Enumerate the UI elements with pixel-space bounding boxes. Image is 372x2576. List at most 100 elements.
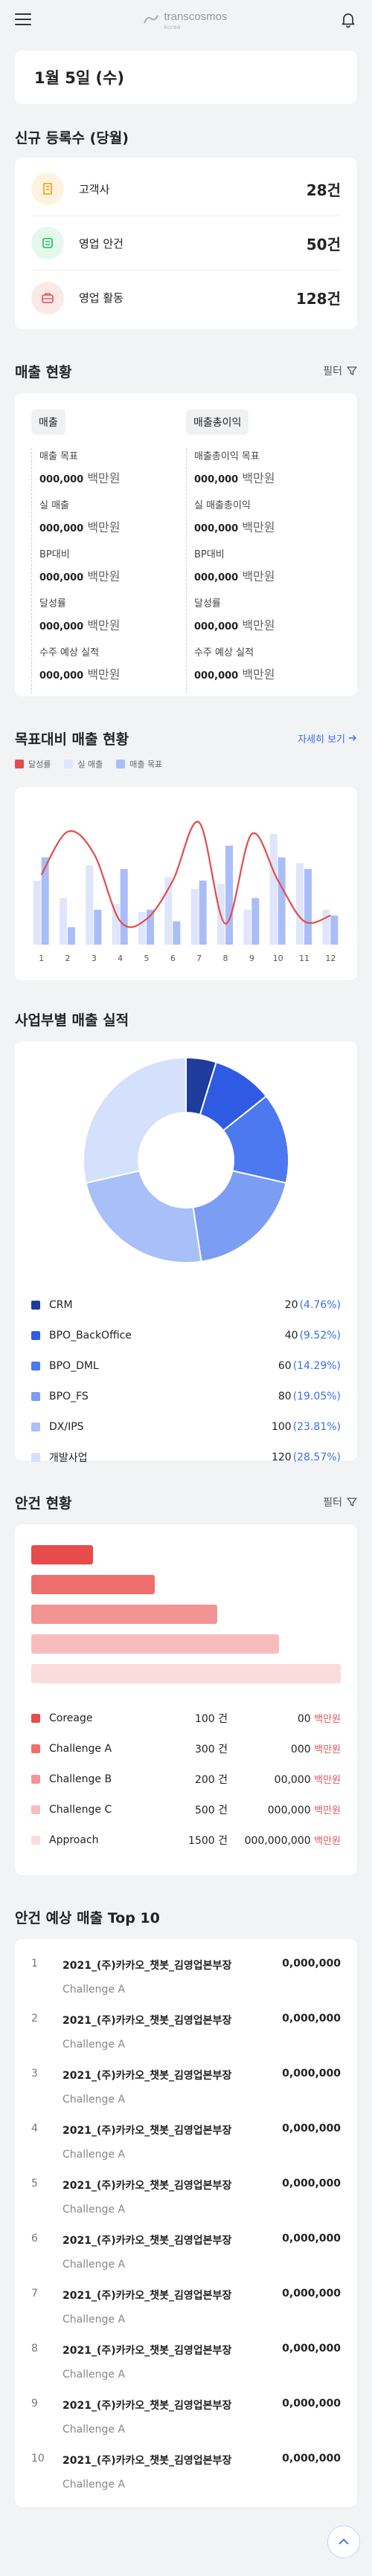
bar-target[interactable] xyxy=(173,921,181,945)
bar-target[interactable] xyxy=(251,898,260,945)
x-tick-label: 8 xyxy=(223,954,228,963)
deal-swatch xyxy=(31,1713,40,1723)
biz-list-row[interactable]: CRM 20 (4.76%) xyxy=(31,1289,341,1320)
bar-actual[interactable] xyxy=(86,865,94,945)
sales-filter-button[interactable]: 필터 xyxy=(323,363,357,378)
deal-bar[interactable] xyxy=(31,1575,155,1594)
scroll-to-top-button[interactable] xyxy=(327,2525,360,2558)
top10-deal-title: 2021_(주)카카오_챗봇_김영업본부장 xyxy=(62,2125,232,2137)
deal-amount: 000,000,000 백만원 xyxy=(228,1833,341,1847)
top10-rank: 8 xyxy=(31,2343,38,2355)
deal-bar[interactable] xyxy=(31,1634,279,1654)
top10-row[interactable]: 6 2021_(주)카카오_챗봇_김영업본부장 Challenge A 0,000,0… xyxy=(31,2223,341,2278)
bar-actual[interactable] xyxy=(33,880,41,945)
deal-row[interactable]: Approach 1500 건 000,000,000 백만원 xyxy=(31,1825,341,1855)
bar-actual[interactable] xyxy=(269,834,278,945)
bar-actual[interactable] xyxy=(190,888,199,945)
deal-row[interactable]: Coreage 100 건 00 백만원 xyxy=(31,1703,341,1733)
bar-target[interactable] xyxy=(68,927,75,945)
bar-target[interactable] xyxy=(330,915,339,945)
top10-row[interactable]: 8 2021_(주)카카오_챗봇_김영업본부장 Challenge A 0,000,0… xyxy=(31,2333,341,2388)
top10-row[interactable]: 10 2021_(주)카카오_챗봇_김영업본부장 Challenge A 0,000,… xyxy=(31,2443,341,2498)
top10-row[interactable]: 9 2021_(주)카카오_챗봇_김영업본부장 Challenge A 0,000,0… xyxy=(31,2388,341,2443)
biz-list-row[interactable]: 개발사업 120 (28.57%) xyxy=(31,1442,341,1472)
deal-amount-unit: 백만원 xyxy=(314,1836,341,1847)
bar-actual[interactable] xyxy=(60,898,67,945)
top10-row[interactable]: 1 2021_(주)카카오_챗봇_김영업본부장 Challenge A 0,000,0… xyxy=(31,1948,341,2003)
bar-target[interactable] xyxy=(278,857,286,945)
deals-card: Coreage 100 건 00 백만원 Challenge A 300 건 000 백… xyxy=(15,1524,357,1875)
biz-list-row[interactable]: BPO_BackOffice 40 (9.52%) xyxy=(31,1320,341,1350)
biz-value: 20 xyxy=(284,1298,298,1311)
deal-swatch xyxy=(31,1805,40,1814)
biz-list-row[interactable]: BPO_FS 80 (19.05%) xyxy=(31,1381,341,1411)
bar-target[interactable] xyxy=(41,857,49,945)
top10-row[interactable]: 3 2021_(주)카카오_챗봇_김영업본부장 Challenge A 0,000,0… xyxy=(31,2058,341,2113)
sales-item-label: 매출총이익 목표 xyxy=(194,451,260,462)
top10-deal-amount: 0,000,000 xyxy=(282,2068,341,2080)
top10-row[interactable]: 7 2021_(주)카카오_챗봇_김영업본부장 Challenge A 0,000,0… xyxy=(31,2278,341,2333)
bar-target[interactable] xyxy=(94,910,102,945)
deal-row[interactable]: Challenge A 300 건 000 백만원 xyxy=(31,1733,341,1764)
bar-actual[interactable] xyxy=(112,904,120,945)
bar-actual[interactable] xyxy=(243,910,251,945)
deal-bar[interactable] xyxy=(31,1545,94,1564)
legend-item: 매출 목표 xyxy=(116,758,162,770)
top10-deal-title: 2021_(주)카카오_챗봇_김영업본부장 xyxy=(62,2400,232,2412)
reg-row-customer[interactable]: 고객사 28건 xyxy=(31,162,341,216)
dashboard-page: transcosmos korea 1월 5일 (수) 신규 등록수 (당월) … xyxy=(0,0,372,2576)
deal-row[interactable]: Challenge B 200 건 00,000 백만원 xyxy=(31,1764,341,1794)
top10-rank: 10 xyxy=(31,2453,45,2465)
sales-item-label: 수주 예상 실적 xyxy=(39,647,100,658)
sales-title: 매출 현황 xyxy=(15,363,72,381)
top10-deal-stage: Challenge A xyxy=(62,2094,126,2106)
logo[interactable]: transcosmos korea xyxy=(143,9,228,30)
bar-target[interactable] xyxy=(199,880,207,945)
deals-filter-button[interactable]: 필터 xyxy=(323,1495,357,1509)
menu-icon[interactable] xyxy=(15,13,31,25)
top10-deal-title: 2021_(주)카카오_챗봇_김영업본부장 xyxy=(62,2345,232,2357)
top10-deal-title: 2021_(주)카카오_챗봇_김영업본부장 xyxy=(62,2235,232,2247)
deal-bar[interactable] xyxy=(31,1605,217,1624)
top10-rank: 4 xyxy=(31,2123,38,2135)
biz-swatch xyxy=(31,1330,40,1340)
date-card: 1월 5일 (수) xyxy=(15,51,357,104)
bar-actual[interactable] xyxy=(138,912,146,945)
biz-donut-chart xyxy=(83,1056,289,1263)
reg-row-deal[interactable]: 영업 안건 50건 xyxy=(31,216,341,271)
deal-row[interactable]: Challenge C 500 건 000,000 백만원 xyxy=(31,1794,341,1825)
bar-actual[interactable] xyxy=(296,863,304,945)
bell-icon[interactable] xyxy=(339,10,357,28)
biz-list-row[interactable]: BPO_DML 60 (14.29%) xyxy=(31,1350,341,1381)
x-tick-label: 6 xyxy=(170,954,176,963)
legend-item: 달성률 xyxy=(15,758,51,770)
sales-item-value: 000,000 xyxy=(39,523,84,534)
bar-target[interactable] xyxy=(120,869,128,945)
sales-item: 수주 예상 실적 000,000 백만원 xyxy=(194,644,341,693)
deal-bar[interactable] xyxy=(31,1664,341,1683)
biz-name: DX/IPS xyxy=(49,1420,84,1433)
bar-actual[interactable] xyxy=(322,910,330,945)
x-tick-label: 7 xyxy=(196,954,202,963)
top10-body: 2021_(주)카카오_챗봇_김영업본부장 Challenge A xyxy=(62,2233,282,2278)
biz-list-row[interactable]: DX/IPS 100 (23.81%) xyxy=(31,1411,341,1442)
bar-target[interactable] xyxy=(304,869,312,945)
bar-target[interactable] xyxy=(225,845,233,945)
donut-slice[interactable] xyxy=(85,1170,202,1263)
top10-row[interactable]: 2 2021_(주)카카오_챗봇_김영업본부장 Challenge A 0,000,0… xyxy=(31,2003,341,2058)
sales-item: 매출 목표 000,000 백만원 xyxy=(39,448,186,497)
x-tick-label: 1 xyxy=(39,954,44,963)
deals-header: 안건 현황 필터 xyxy=(15,1492,357,1512)
top10-row[interactable]: 4 2021_(주)카카오_챗봇_김영업본부장 Challenge A 0,000,0… xyxy=(31,2113,341,2168)
donut-slice[interactable] xyxy=(192,1170,287,1263)
sales-column-gross-profit: 매출총이익 매출총이익 목표 000,000 백만원 실 매출총이익 000,000… xyxy=(186,410,341,693)
top10-title: 안건 예상 매출 Top 10 xyxy=(15,1909,160,1926)
target-chart-more-link[interactable]: 자세히 보기 xyxy=(298,731,357,745)
top10-list: 1 2021_(주)카카오_챗봇_김영업본부장 Challenge A 0,000,0… xyxy=(31,1948,341,2498)
deal-amount-unit: 백만원 xyxy=(314,1805,341,1816)
top10-row[interactable]: 5 2021_(주)카카오_챗봇_김영업본부장 Challenge A 0,000,0… xyxy=(31,2168,341,2223)
reg-row-activity[interactable]: 영업 활동 128건 xyxy=(31,271,341,325)
x-tick-label: 5 xyxy=(144,954,150,963)
donut-slice[interactable] xyxy=(83,1056,187,1184)
biz-chart-card: CRM 20 (4.76%) BPO_BackOffice 40 (9.52%) BPO… xyxy=(15,1041,357,1464)
